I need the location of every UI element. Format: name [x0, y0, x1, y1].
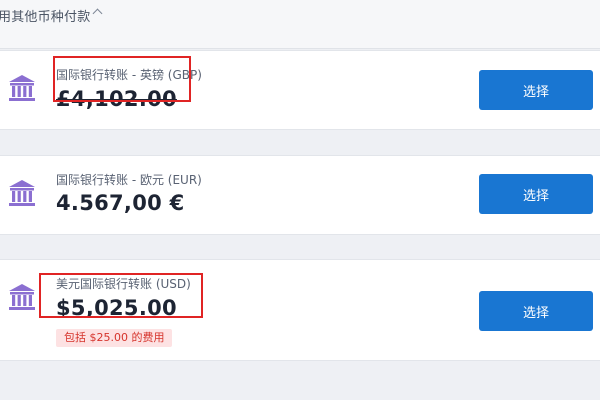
- select-button-eur[interactable]: 选择: [479, 174, 593, 214]
- select-button-gbp[interactable]: 选择: [479, 70, 593, 110]
- bank-icon: [9, 284, 35, 310]
- section-header[interactable]: 用其他币种付款: [0, 0, 600, 49]
- chevron-up-icon[interactable]: [92, 8, 103, 19]
- bank-icon: [9, 180, 35, 206]
- section-title: 用其他币种付款: [0, 10, 91, 25]
- payment-option-usd: 美元国际银行转账 (USD) $5,025.00 包括 $25.00 的费用 选…: [0, 259, 600, 361]
- bank-icon: [9, 75, 35, 101]
- option-amount: 4.567,00 €: [56, 191, 185, 215]
- select-button-usd[interactable]: 选择: [479, 291, 593, 331]
- option-label: 国际银行转账 - 欧元 (EUR): [56, 173, 202, 187]
- highlight-box: [39, 273, 203, 318]
- highlight-box: [53, 56, 191, 102]
- payment-option-eur: 国际银行转账 - 欧元 (EUR) 4.567,00 € 选择: [0, 155, 600, 235]
- payment-option-gbp: 国际银行转账 - 英镑 (GBP) £4,102.00 选择: [0, 50, 600, 130]
- fee-badge: 包括 $25.00 的费用: [56, 329, 173, 347]
